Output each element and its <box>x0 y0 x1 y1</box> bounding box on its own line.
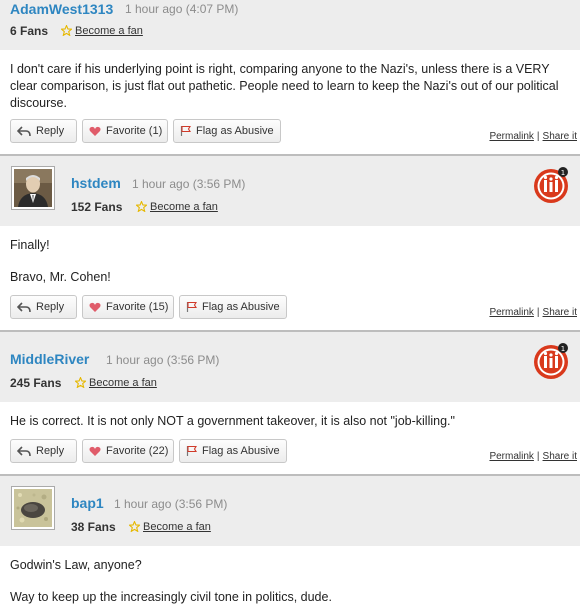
comment-footer-links: Permalink | Share it <box>489 131 577 142</box>
flag-abuse-button[interactable]: Flag as Abusive <box>179 439 287 463</box>
flag-abuse-button[interactable]: Flag as Abusive <box>179 295 287 319</box>
superuser-badge-icon[interactable]: 1 <box>532 342 570 380</box>
svg-text:1: 1 <box>561 345 565 353</box>
reply-button[interactable]: Reply <box>10 439 77 463</box>
pebble-avatar-image <box>14 489 52 527</box>
comment-text: Way to keep up the increasingly civil to… <box>10 590 332 604</box>
star-icon <box>61 25 72 36</box>
superuser-badge-icon[interactable]: 1 <box>532 166 570 204</box>
reply-arrow-icon <box>17 301 31 312</box>
favorite-button[interactable]: Favorite (1) <box>82 119 168 143</box>
fan-count: 38 Fans <box>71 520 116 534</box>
comment-footer-links: Permalink | Share it <box>489 451 577 462</box>
timestamp: 1 hour ago (3:56 PM) <box>106 353 220 367</box>
permalink-link[interactable]: Permalink <box>489 131 533 142</box>
portrait-avatar-image <box>14 169 52 207</box>
become-fan-link[interactable]: Become a fan <box>75 25 143 37</box>
reply-button[interactable]: Reply <box>10 119 77 143</box>
permalink-link[interactable]: Permalink <box>489 307 533 318</box>
fan-count: 6 Fans <box>10 24 49 38</box>
username-link[interactable]: hstdem <box>71 175 121 191</box>
comment-text: Godwin's Law, anyone? <box>10 558 142 572</box>
permalink-link[interactable]: Permalink <box>489 451 533 462</box>
reply-arrow-icon <box>17 125 31 136</box>
flag-icon <box>186 301 197 312</box>
favorite-button[interactable]: Favorite (22) <box>82 439 174 463</box>
heart-icon <box>89 446 101 456</box>
become-fan-link[interactable]: Become a fan <box>143 521 211 533</box>
svg-text:1: 1 <box>561 169 565 177</box>
reply-arrow-icon <box>17 445 31 456</box>
comment-text: He is correct. It is not only NOT a gove… <box>10 414 455 428</box>
timestamp: 1 hour ago (3:56 PM) <box>114 497 228 511</box>
avatar[interactable] <box>11 486 55 530</box>
star-icon <box>75 377 86 388</box>
avatar[interactable] <box>11 166 55 210</box>
fan-count: 152 Fans <box>71 200 123 214</box>
comment-text: Bravo, Mr. Cohen! <box>10 270 111 284</box>
timestamp: 1 hour ago (3:56 PM) <box>132 177 246 191</box>
share-link[interactable]: Share it <box>543 451 577 462</box>
become-fan-link[interactable]: Become a fan <box>89 377 157 389</box>
username-link[interactable]: MiddleRiver <box>10 351 89 367</box>
star-icon <box>129 521 140 532</box>
flag-icon <box>186 445 197 456</box>
comment-footer-links: Permalink | Share it <box>489 307 577 318</box>
become-fan-link[interactable]: Become a fan <box>150 201 218 213</box>
share-link[interactable]: Share it <box>543 307 577 318</box>
username-link[interactable]: bap1 <box>71 495 104 511</box>
flag-abuse-button[interactable]: Flag as Abusive <box>173 119 281 143</box>
fan-count: 245 Fans <box>10 376 62 390</box>
comment-text: I don't care if his underlying point is … <box>10 62 559 110</box>
comment-header <box>0 156 580 226</box>
flag-icon <box>180 125 191 136</box>
star-icon <box>136 201 147 212</box>
heart-icon <box>89 302 101 312</box>
favorite-button[interactable]: Favorite (15) <box>82 295 174 319</box>
heart-icon <box>89 126 101 136</box>
username-link[interactable]: AdamWest1313 <box>10 1 113 17</box>
reply-button[interactable]: Reply <box>10 295 77 319</box>
share-link[interactable]: Share it <box>543 131 577 142</box>
comment-text: Finally! <box>10 238 50 252</box>
timestamp: 1 hour ago (4:07 PM) <box>125 2 239 16</box>
comment-header <box>0 476 580 546</box>
comment-header <box>0 332 580 402</box>
